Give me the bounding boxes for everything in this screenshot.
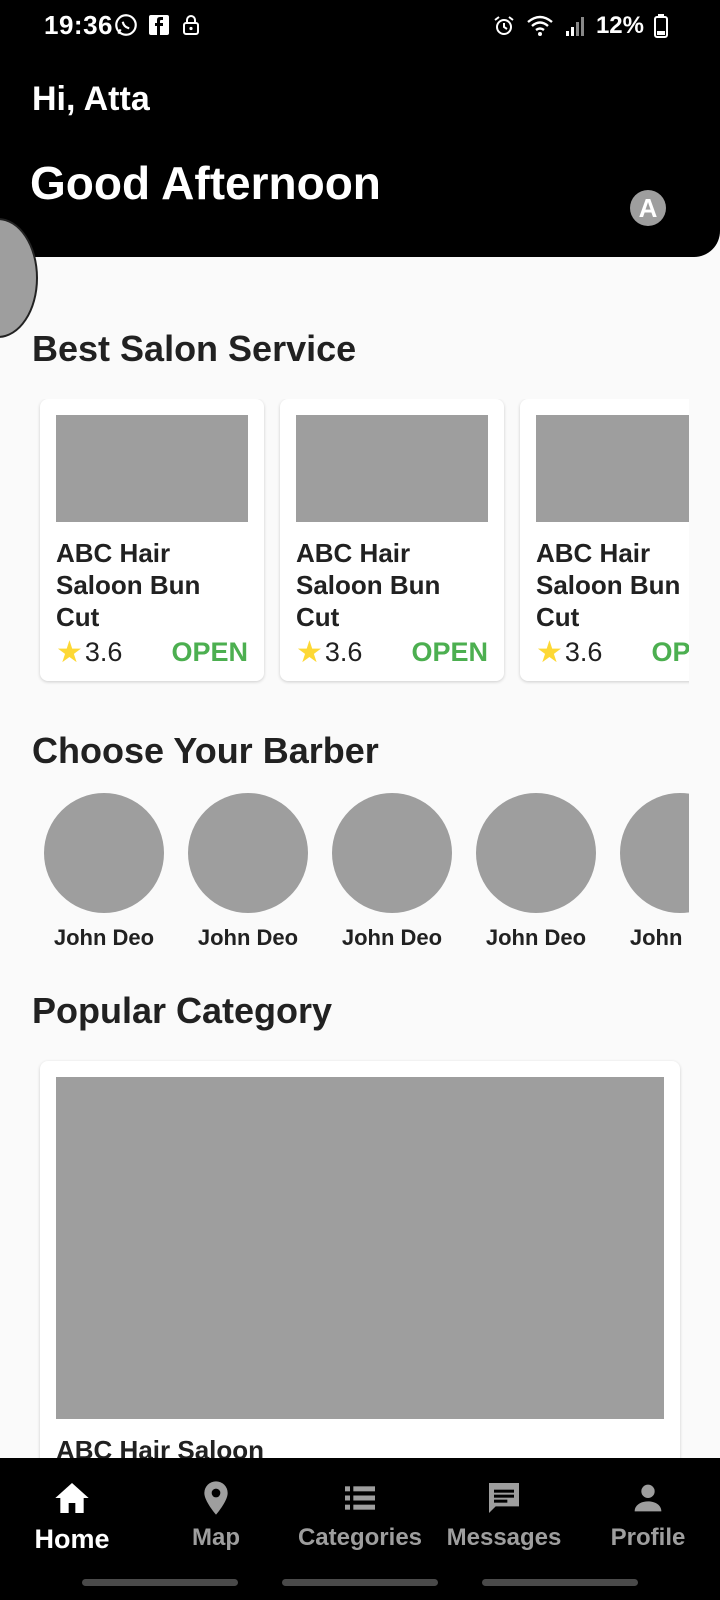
- barber-name: John Deo: [629, 925, 689, 950]
- notification-icons: [113, 12, 203, 38]
- battery-percent: 12%: [595, 12, 644, 39]
- open-status: OPEN: [651, 637, 689, 667]
- signal-icon: [565, 17, 584, 36]
- nav-messages[interactable]: Messages: [432, 1476, 576, 1555]
- barber-avatar: [332, 793, 452, 913]
- salon-card[interactable]: ABC Hair Saloon Bun Cut ★ 3.6 OPEN: [520, 399, 689, 681]
- barber-name: John Deo: [53, 925, 155, 950]
- nav-label: Messages: [446, 1524, 562, 1551]
- barber-item[interactable]: John Deo: [188, 793, 308, 951]
- nav-profile[interactable]: Profile: [576, 1476, 720, 1555]
- open-status: OPEN: [171, 637, 248, 667]
- home-icon: [50, 1476, 94, 1520]
- salon-image: [536, 415, 689, 522]
- lock-icon: [183, 15, 199, 35]
- barber-item[interactable]: John Deo: [620, 793, 689, 951]
- salon-rating: ★ 3.6: [296, 635, 362, 670]
- map-pin-icon: [194, 1476, 238, 1520]
- salutation-text: Good Afternoon: [30, 157, 381, 209]
- gesture-handle[interactable]: [482, 1579, 638, 1586]
- salon-image: [296, 415, 488, 522]
- list-icon: [338, 1476, 382, 1520]
- barber-item[interactable]: John Deo: [476, 793, 596, 951]
- salon-card[interactable]: ABC Hair Saloon Bun Cut ★ 3.6 OPEN: [40, 399, 264, 681]
- section-title-category: Popular Category: [32, 990, 333, 1031]
- barber-avatar: [476, 793, 596, 913]
- battery-icon: [654, 14, 668, 38]
- section-title-barbers: Choose Your Barber: [32, 730, 379, 771]
- whatsapp-icon: [115, 14, 137, 36]
- salon-name: ABC Hair Saloon Bun Cut: [296, 538, 441, 632]
- salon-rating: ★ 3.6: [56, 635, 122, 670]
- greeting-text: Hi, Atta: [32, 80, 150, 118]
- gesture-handle[interactable]: [82, 1579, 238, 1586]
- salon-carousel[interactable]: ABC Hair Saloon Bun Cut ★ 3.6 OPEN ABC H…: [32, 399, 689, 699]
- section-title-best-salon: Best Salon Service: [32, 328, 357, 369]
- nav-label: Home: [34, 1524, 110, 1554]
- nav-home[interactable]: Home: [0, 1476, 144, 1555]
- barber-avatar: [44, 793, 164, 913]
- system-icons: 12%: [492, 12, 668, 40]
- salon-image: [56, 415, 248, 522]
- barber-name: John Deo: [197, 925, 299, 950]
- barber-avatar: [620, 793, 689, 913]
- category-image: [56, 1077, 664, 1419]
- star-icon: ★: [296, 636, 323, 669]
- star-icon: ★: [56, 636, 83, 669]
- barber-carousel[interactable]: John Deo John Deo John Deo John Deo John…: [32, 793, 689, 953]
- status-bar: 19:36 12%: [0, 0, 720, 52]
- nav-label: Categories: [297, 1524, 423, 1551]
- gesture-bar: [0, 1579, 720, 1586]
- barber-avatar: [188, 793, 308, 913]
- rating-value: 3.6: [564, 637, 603, 667]
- salon-card[interactable]: ABC Hair Saloon Bun Cut ★ 3.6 OPEN: [280, 399, 504, 681]
- status-time: 19:36: [44, 10, 113, 40]
- wifi-icon: [527, 15, 553, 36]
- barber-item[interactable]: John Deo: [332, 793, 452, 951]
- rating-value: 3.6: [84, 637, 123, 667]
- nav-label: Profile: [610, 1524, 686, 1551]
- message-icon: [482, 1476, 526, 1520]
- user-avatar[interactable]: A: [630, 190, 666, 226]
- alarm-icon: [494, 16, 514, 35]
- rating-value: 3.6: [324, 637, 363, 667]
- nav-categories[interactable]: Categories: [288, 1476, 432, 1555]
- nav-map[interactable]: Map: [144, 1476, 288, 1555]
- open-status: OPEN: [411, 637, 488, 667]
- header: 19:36 12% Hi, Atta Good Afternoon A: [0, 0, 720, 257]
- salon-rating: ★ 3.6: [536, 635, 602, 670]
- gesture-handle[interactable]: [282, 1579, 438, 1586]
- barber-name: John Deo: [485, 925, 587, 950]
- star-icon: ★: [536, 636, 563, 669]
- person-icon: [626, 1476, 670, 1520]
- nav-label: Map: [192, 1524, 240, 1551]
- facebook-icon: [149, 15, 169, 35]
- salon-name: ABC Hair Saloon Bun Cut: [56, 538, 201, 632]
- barber-name: John Deo: [341, 925, 443, 950]
- barber-item[interactable]: John Deo: [44, 793, 164, 951]
- home-screen: 19:36 12% Hi, Atta Good Afternoon A Best…: [0, 0, 720, 1600]
- salon-name: ABC Hair Saloon Bun Cut: [536, 538, 681, 632]
- category-card[interactable]: ABC Hair Saloon: [40, 1061, 680, 1481]
